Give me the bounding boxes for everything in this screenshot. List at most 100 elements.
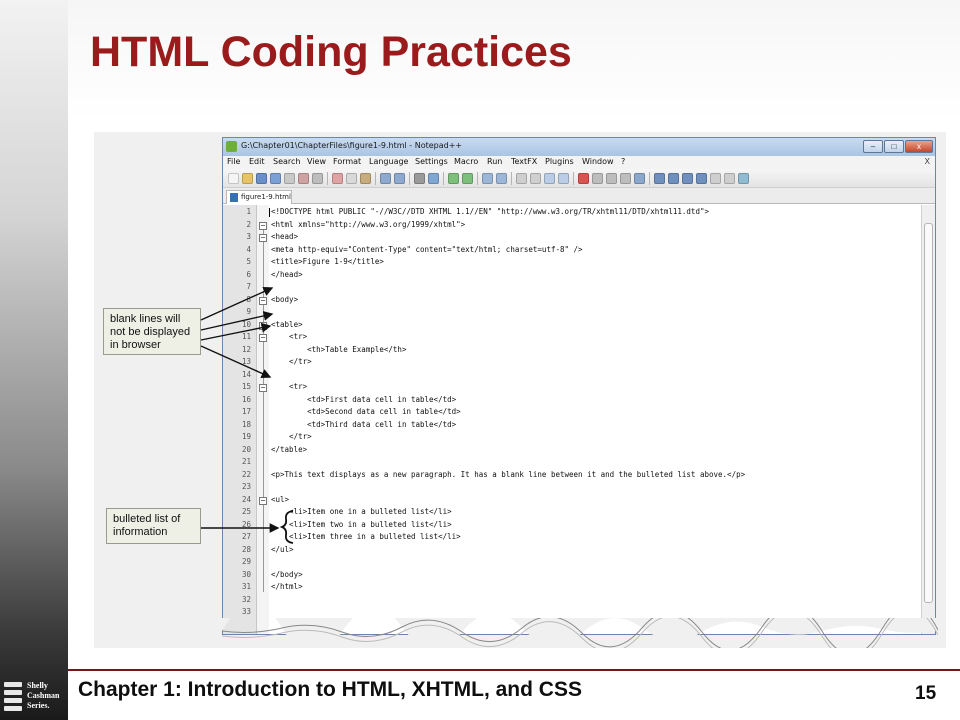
sum-icon[interactable] (654, 173, 665, 184)
show-all-characters-icon[interactable] (530, 173, 541, 184)
replace-icon[interactable] (428, 173, 439, 184)
triangle-down-icon[interactable] (682, 173, 693, 184)
fold-toggle-icon[interactable]: − (259, 296, 267, 305)
notepad-window: G:\Chapter01\ChapterFiles\figure1-9.html… (222, 137, 936, 635)
line-number: 20 (241, 444, 251, 454)
minimize-button[interactable]: – (863, 140, 883, 153)
notepad-app-icon (226, 141, 237, 152)
line-number: 7 (246, 282, 251, 291)
line-number: 32 (241, 594, 251, 604)
menu-file[interactable]: File (227, 157, 240, 166)
line-number: 21 (241, 457, 251, 466)
line-number: 27 (241, 532, 251, 541)
cut-icon[interactable] (332, 173, 343, 184)
menu-run[interactable]: Run (487, 157, 502, 166)
record-macro-icon[interactable] (578, 173, 589, 184)
line-number: 19 (241, 432, 251, 441)
code-editor[interactable]: 1 2 3 4 5 6 7 8 9 10 11 12 13 14 15 16 17 18 19 20 21 22 23 24 2… (223, 205, 935, 634)
menu-settings[interactable]: Settings (415, 157, 448, 166)
run-macro-multiple-icon[interactable] (620, 173, 631, 184)
spell-check-icon[interactable] (738, 173, 749, 184)
menu-help[interactable]: ? (621, 157, 625, 166)
word-wrap-icon[interactable] (516, 173, 527, 184)
line-number: 13 (241, 357, 251, 366)
menu-macro[interactable]: Macro (454, 157, 478, 166)
menu-plugins[interactable]: Plugins (545, 157, 574, 166)
save-macro-icon[interactable] (634, 173, 645, 184)
line-number: 16 (241, 394, 251, 404)
menu-window[interactable]: Window (582, 157, 614, 166)
undo-icon[interactable] (380, 173, 391, 184)
copy-icon[interactable] (346, 173, 357, 184)
fold-line (263, 342, 264, 367)
code-line: <table> (271, 319, 303, 329)
page-number: 15 (915, 683, 937, 704)
code-line: <tr> (271, 382, 308, 391)
sync-horizontal-icon[interactable] (496, 173, 507, 184)
callout-text: information (113, 526, 168, 538)
tab-figure1-9[interactable]: figure1-9.html (226, 190, 292, 204)
html-tidy-icon[interactable] (710, 173, 721, 184)
menu-edit[interactable]: Edit (249, 157, 265, 166)
code-line: <p>This text displays as a new paragraph… (271, 469, 746, 479)
close-file-icon[interactable] (284, 173, 295, 184)
code-line: </table> (271, 444, 308, 454)
menu-view[interactable]: View (307, 157, 326, 166)
redo-icon[interactable] (394, 173, 405, 184)
save-icon[interactable] (256, 173, 267, 184)
tfx-icon[interactable] (696, 173, 707, 184)
menu-language[interactable]: Language (369, 157, 408, 166)
code-line: <th>Table Example</th> (271, 344, 407, 354)
line-number: 5 (246, 257, 251, 266)
code-line: <li>Item one in a bulleted list</li> (271, 507, 452, 516)
menu-search[interactable]: Search (273, 157, 300, 166)
zoom-in-icon[interactable] (448, 173, 459, 184)
line-number: 11 (241, 332, 251, 341)
line-number: 15 (241, 382, 251, 391)
zoom-out-icon[interactable] (462, 173, 473, 184)
code-line: <title>Figure 1-9</title> (271, 257, 384, 266)
new-file-icon[interactable] (228, 173, 239, 184)
fold-toggle-icon[interactable]: − (259, 234, 267, 242)
triangle-up-icon[interactable] (668, 173, 679, 184)
print-icon[interactable] (312, 173, 323, 184)
tab-label: figure1-9.html (241, 193, 291, 201)
document-close-icon[interactable]: X (925, 157, 930, 166)
open-file-icon[interactable] (242, 173, 253, 184)
maximize-button[interactable]: □ (884, 140, 904, 153)
close-button[interactable]: x (905, 140, 933, 153)
vertical-scrollbar[interactable] (921, 205, 935, 634)
user-language-icon[interactable] (558, 173, 569, 184)
save-all-icon[interactable] (270, 173, 281, 184)
stop-macro-icon[interactable] (592, 173, 603, 184)
indent-guide-icon[interactable] (544, 173, 555, 184)
line-number: 12 (241, 344, 251, 354)
line-number: 17 (241, 407, 251, 416)
fold-toggle-icon[interactable]: − (259, 334, 267, 342)
fold-toggle-icon[interactable]: − (259, 321, 267, 330)
logo-line: Cashman (27, 691, 60, 700)
callout-text: in browser (110, 339, 161, 351)
code-line: </html> (271, 582, 303, 591)
sync-vertical-icon[interactable] (482, 173, 493, 184)
callout-text: blank lines will (110, 313, 181, 325)
preview-icon[interactable] (724, 173, 735, 184)
shelly-cashman-logo: Shelly Cashman Series. (0, 676, 68, 720)
paste-icon[interactable] (360, 173, 371, 184)
fold-toggle-icon[interactable]: − (259, 496, 267, 505)
code-line: <html xmlns="http://www.w3.org/1999/xhtm… (271, 219, 466, 229)
find-icon[interactable] (414, 173, 425, 184)
code-line: </ul> (271, 544, 294, 554)
text-caret (269, 208, 270, 217)
fold-toggle-icon[interactable]: − (259, 384, 267, 392)
menu-format[interactable]: Format (333, 157, 361, 166)
window-titlebar[interactable]: G:\Chapter01\ChapterFiles\figure1-9.html… (223, 138, 935, 156)
line-number: 31 (241, 582, 251, 591)
menu-textfx[interactable]: TextFX (511, 157, 537, 166)
logo-line: Series. (27, 701, 50, 710)
close-all-icon[interactable] (298, 173, 309, 184)
line-number: 6 (246, 269, 251, 279)
play-macro-icon[interactable] (606, 173, 617, 184)
fold-toggle-icon[interactable]: − (259, 221, 267, 230)
scrollbar-thumb[interactable] (924, 223, 933, 603)
